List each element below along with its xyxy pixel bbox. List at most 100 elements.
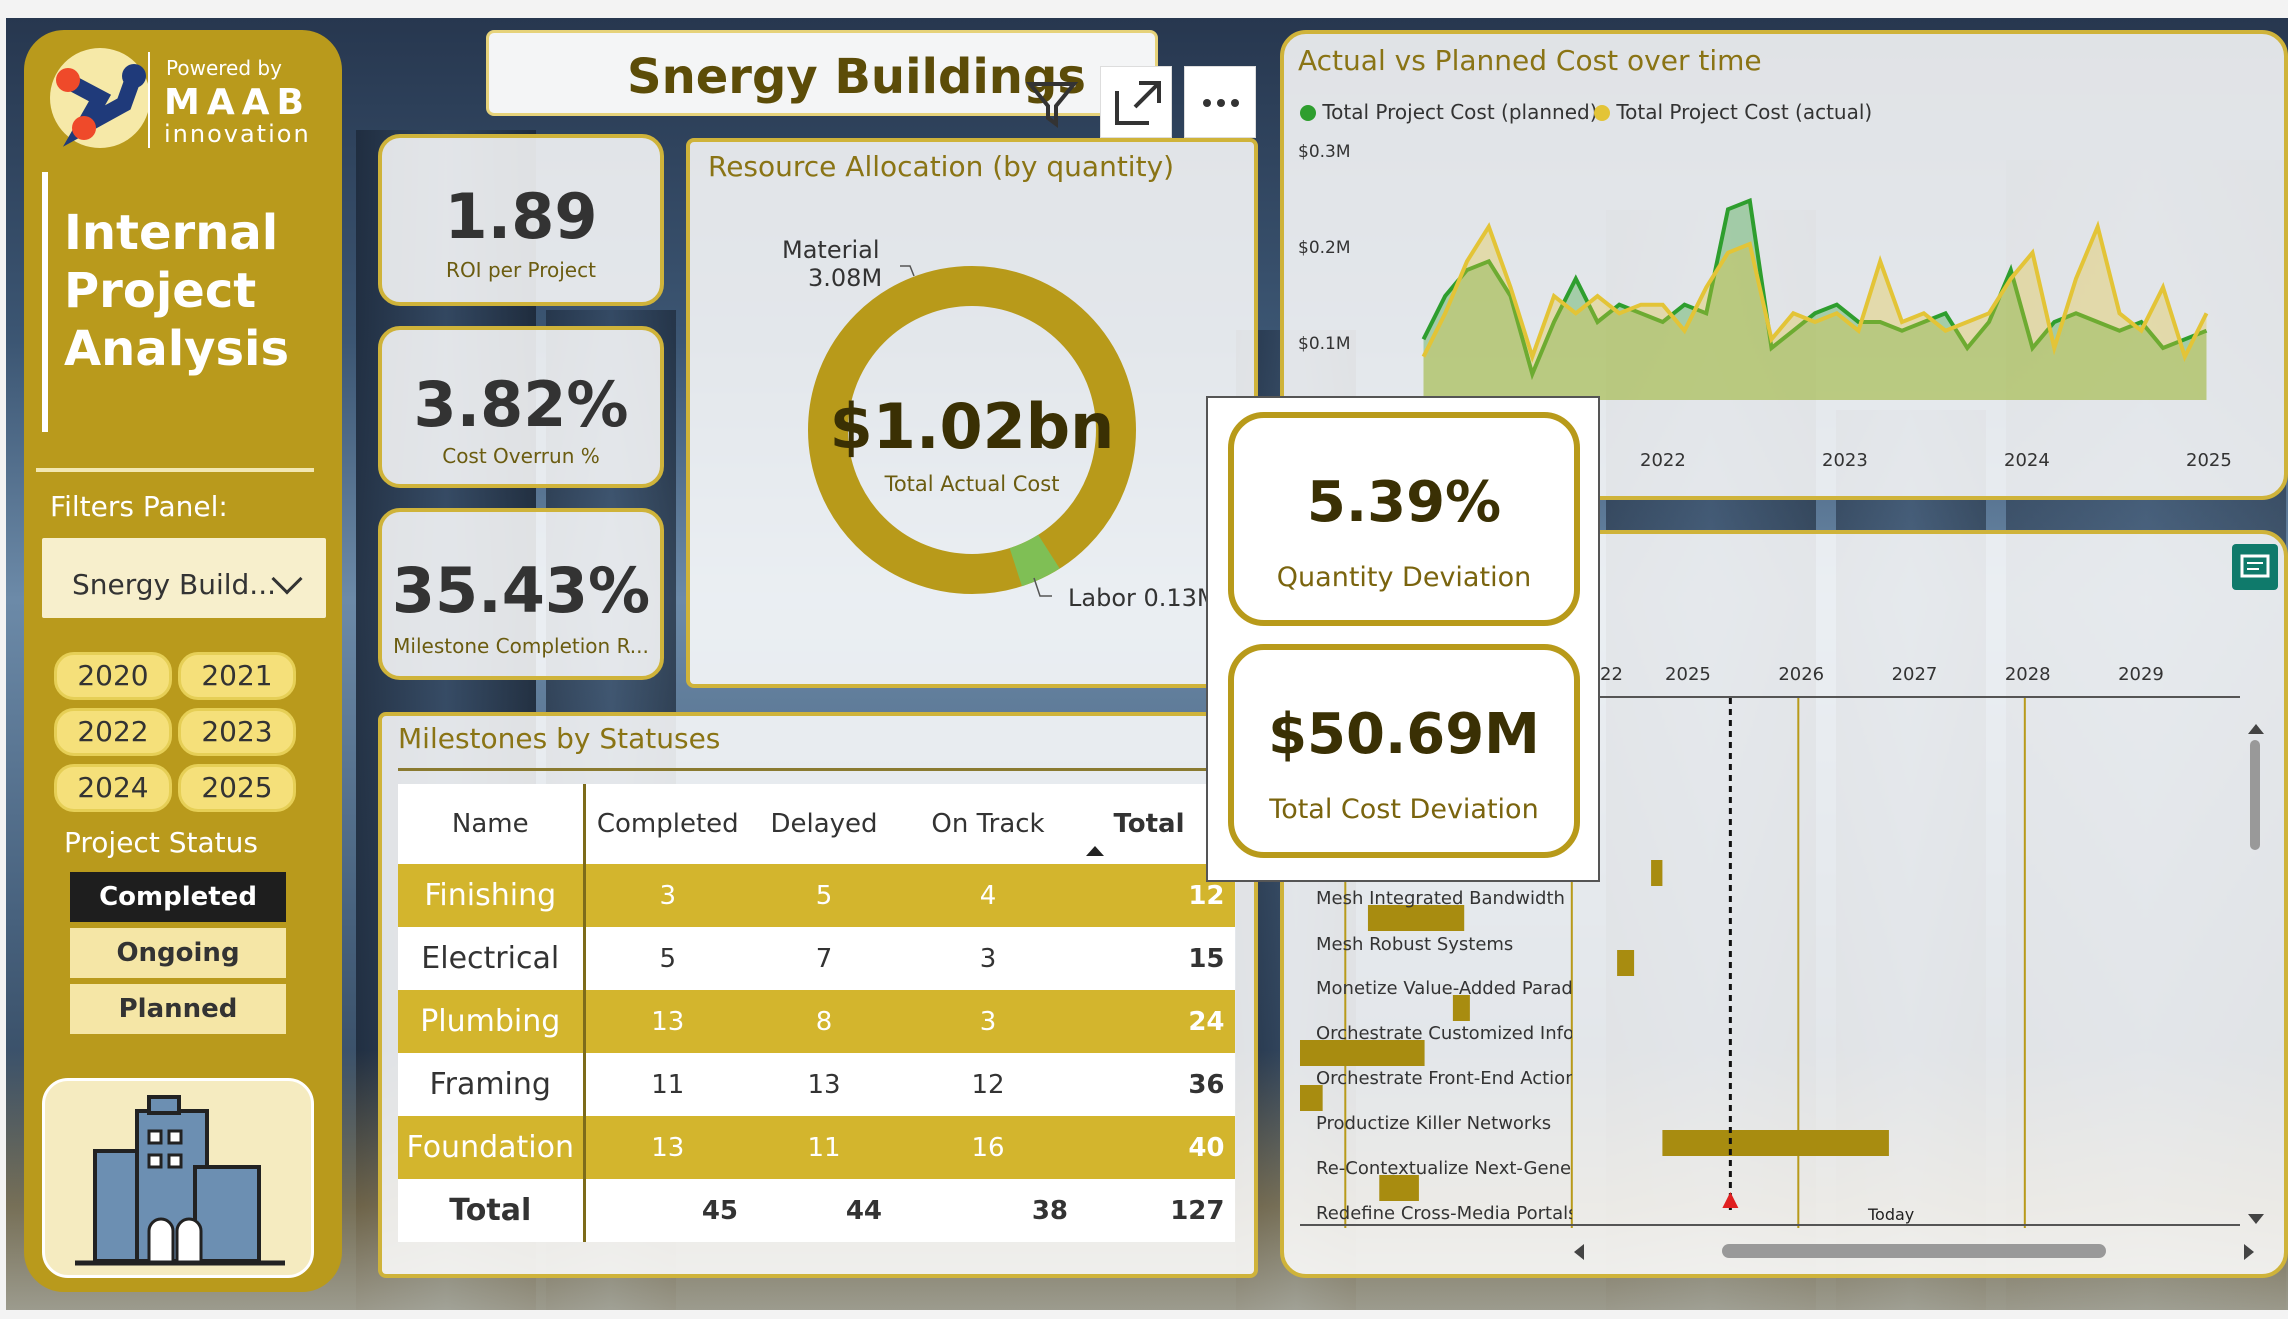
cell-on-track: 3 xyxy=(898,990,1078,1053)
smart-narrative-button[interactable] xyxy=(2232,544,2278,590)
more-options-button[interactable] xyxy=(1184,66,1256,138)
year-button-2025[interactable]: 2025 xyxy=(178,764,296,812)
x-tick: 2025 xyxy=(2186,450,2232,471)
filters-label: Filters Panel: xyxy=(50,490,228,523)
cell-delayed: 11 xyxy=(750,1116,898,1179)
filter-button[interactable] xyxy=(1016,66,1088,138)
col-name[interactable]: Name xyxy=(398,784,586,864)
status-completed-button[interactable]: Completed xyxy=(70,872,286,922)
material-value: 3.08M xyxy=(808,264,883,292)
scroll-up-icon[interactable] xyxy=(2248,724,2264,734)
total-total: 127 xyxy=(1078,1179,1235,1242)
cell-total: 36 xyxy=(1078,1053,1235,1116)
status-ongoing-button[interactable]: Ongoing xyxy=(70,928,286,978)
maab-logo-icon xyxy=(50,48,150,148)
col-completed[interactable]: Completed xyxy=(584,784,750,864)
cost-chart-title: Actual vs Planned Cost over time xyxy=(1298,44,1762,77)
gantt-bar[interactable] xyxy=(1617,950,1635,976)
total-actual-cost-value: $1.02bn xyxy=(829,390,1115,463)
total-on-track: 38 xyxy=(898,1179,1078,1242)
scroll-down-icon[interactable] xyxy=(2248,1214,2264,1224)
building-icon xyxy=(75,1095,285,1266)
cell-delayed: 8 xyxy=(750,990,898,1053)
row-name: Plumbing xyxy=(398,990,586,1053)
overrun-value: 3.82% xyxy=(413,368,629,441)
overrun-label: Cost Overrun % xyxy=(442,444,600,468)
year-button-2024[interactable]: 2024 xyxy=(54,764,172,812)
gantt-label: Re-Contextualize Next-Generat xyxy=(1316,1158,1572,1179)
gantt-year: 2028 xyxy=(2004,664,2051,685)
cell-total: 40 xyxy=(1078,1116,1235,1179)
cell-completed: 13 xyxy=(584,990,750,1053)
cell-on-track: 16 xyxy=(898,1116,1078,1179)
vscrollbar-thumb[interactable] xyxy=(2250,740,2260,850)
gantt-year: 2025 xyxy=(1665,664,1711,685)
today-marker-icon xyxy=(1722,1192,1739,1208)
gantt-bar[interactable] xyxy=(1651,860,1663,886)
brand-name: MAAB xyxy=(164,82,311,123)
status-planned-button[interactable]: Planned xyxy=(70,984,286,1034)
cell-on-track: 4 xyxy=(898,864,1078,927)
gantt-label: Redefine Cross-Media Portals xyxy=(1316,1203,1572,1224)
legend-actual: Total Project Cost (actual) xyxy=(1594,100,1872,124)
gantt-year: 2027 xyxy=(1891,664,1938,685)
quantity-deviation-label: Quantity Deviation xyxy=(1276,562,1532,593)
cell-delayed: 5 xyxy=(750,864,898,927)
col-on-track[interactable]: On Track xyxy=(898,784,1078,864)
gantt-label: Orchestrate Customized Info-M xyxy=(1316,1023,1572,1044)
milestone-value: 35.43% xyxy=(391,554,651,627)
y-tick: $0.1M xyxy=(1298,334,1351,354)
milestone-label: Milestone Completion R... xyxy=(393,634,649,658)
table-row: Electrical 5 7 3 15 xyxy=(398,927,1235,990)
x-tick: 2022 xyxy=(1640,450,1686,471)
focus-mode-button[interactable] xyxy=(1100,66,1172,138)
total-actual-cost-label: Total Actual Cost xyxy=(884,472,1060,496)
year-button-2022[interactable]: 2022 xyxy=(54,708,172,756)
gantt-label: Mesh Integrated Bandwidth xyxy=(1316,888,1565,909)
labor-label: Labor 0.13M xyxy=(1068,584,1218,612)
cell-completed: 13 xyxy=(584,1116,750,1179)
roi-card: 1.89 ROI per Project xyxy=(378,134,664,306)
resource-title: Resource Allocation (by quantity) xyxy=(708,150,1175,183)
quantity-deviation-value: 5.39% xyxy=(1306,470,1502,535)
x-tick: 2023 xyxy=(1822,450,1868,471)
narrative-icon xyxy=(2240,554,2270,578)
y-tick: $0.3M xyxy=(1298,142,1351,162)
gantt-label: Productize Killer Networks xyxy=(1316,1113,1552,1134)
expand-icon xyxy=(1115,81,1161,125)
scrollbar-thumb[interactable] xyxy=(1722,1244,2106,1258)
total-delayed: 44 xyxy=(750,1179,898,1242)
cost-deviation-label: Total Cost Deviation xyxy=(1269,794,1539,825)
gantt-bar[interactable] xyxy=(1662,1130,1889,1156)
roi-value: 1.89 xyxy=(444,180,598,253)
divider xyxy=(36,468,314,472)
horizontal-scrollbar[interactable] xyxy=(1574,1242,2254,1262)
donut-slice-labor xyxy=(1009,534,1060,587)
cell-completed: 5 xyxy=(584,927,750,990)
cell-completed: 3 xyxy=(584,864,750,927)
year-button-2023[interactable]: 2023 xyxy=(178,708,296,756)
milestone-card: 35.43% Milestone Completion R... xyxy=(378,508,664,680)
material-label: Material xyxy=(782,236,880,264)
project-dropdown[interactable]: Snergy Build... xyxy=(42,538,326,618)
vertical-scrollbar[interactable] xyxy=(2246,724,2266,1224)
cell-total: 15 xyxy=(1078,927,1235,990)
milestones-table: Name Completed Delayed On Track Total Fi… xyxy=(398,784,1236,1242)
legend-dot-actual xyxy=(1594,105,1610,121)
chevron-down-icon xyxy=(271,563,303,595)
scroll-left-icon[interactable] xyxy=(1574,1244,1584,1260)
year-button-2020[interactable]: 2020 xyxy=(54,652,172,700)
quantity-deviation-card: 5.39% Quantity Deviation xyxy=(1228,412,1580,626)
gantt-label: Monetize Value-Added Paradigr xyxy=(1316,978,1572,999)
col-delayed[interactable]: Delayed xyxy=(750,784,898,864)
year-button-2021[interactable]: 2021 xyxy=(178,652,296,700)
cell-on-track: 3 xyxy=(898,927,1078,990)
gantt-label: Orchestrate Front-End Action-It xyxy=(1316,1068,1572,1089)
total-name: Total xyxy=(398,1179,586,1242)
legend-planned: Total Project Cost (planned) xyxy=(1300,100,1598,124)
roi-label: ROI per Project xyxy=(446,258,596,282)
x-tick: 2024 xyxy=(2004,450,2050,471)
scroll-right-icon[interactable] xyxy=(2244,1244,2254,1260)
legend-planned-label: Total Project Cost (planned) xyxy=(1322,100,1598,124)
row-name: Framing xyxy=(398,1053,586,1116)
